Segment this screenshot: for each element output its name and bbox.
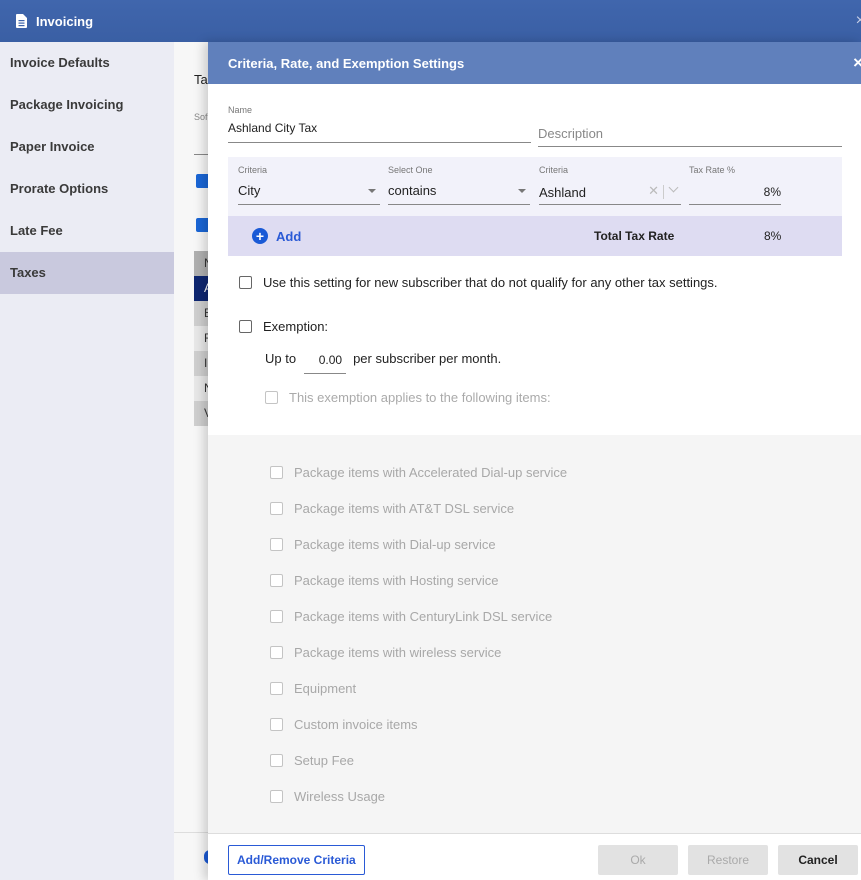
criteria-dialog: Criteria, Rate, and Exemption Settings ×… bbox=[208, 42, 861, 880]
tax-rate-field[interactable]: Tax Rate % 8% bbox=[689, 165, 781, 205]
description-input[interactable]: Description bbox=[538, 126, 842, 147]
item-label: Package items with wireless service bbox=[294, 645, 502, 660]
criteria-value-select[interactable]: Criteria Ashland ✕ bbox=[539, 165, 681, 205]
exemption-item[interactable]: Wireless Usage bbox=[270, 789, 385, 804]
document-icon bbox=[16, 14, 27, 28]
sidebar-item-package-invoicing[interactable]: Package Invoicing bbox=[0, 84, 174, 126]
sidebar-item-late-fee[interactable]: Late Fee bbox=[0, 210, 174, 252]
exemption-item[interactable]: Package items with wireless service bbox=[270, 645, 501, 660]
item-checkbox[interactable] bbox=[270, 466, 283, 479]
item-label: Package items with CenturyLink DSL servi… bbox=[294, 609, 553, 624]
exemption-item[interactable]: Package items with Dial-up service bbox=[270, 537, 496, 552]
applies-label: This exemption applies to the following … bbox=[289, 390, 551, 405]
sidebar-item-invoice-defaults[interactable]: Invoice Defaults bbox=[0, 42, 174, 84]
item-label: Custom invoice items bbox=[294, 717, 418, 732]
item-label: Package items with Hosting service bbox=[294, 573, 499, 588]
criteria-row: Criteria City Select One contains Criter… bbox=[228, 157, 842, 256]
item-checkbox[interactable] bbox=[270, 754, 283, 767]
item-label: Package items with Accelerated Dial-up s… bbox=[294, 465, 568, 480]
plus-circle-icon: + bbox=[252, 228, 268, 244]
exemption-item[interactable]: Package items with Hosting service bbox=[270, 573, 498, 588]
dialog-title: Criteria, Rate, and Exemption Settings bbox=[228, 55, 465, 71]
name-field[interactable]: Name Ashland City Tax bbox=[228, 105, 531, 143]
chevron-down-icon[interactable] bbox=[668, 182, 679, 193]
item-checkbox[interactable] bbox=[270, 574, 283, 587]
app-close-icon[interactable]: × bbox=[856, 12, 861, 30]
exemption-item[interactable]: Package items with CenturyLink DSL servi… bbox=[270, 609, 552, 624]
exemption-item[interactable]: Package items with Accelerated Dial-up s… bbox=[270, 465, 567, 480]
criteria-select[interactable]: Criteria City bbox=[238, 165, 380, 205]
app-title: Invoicing bbox=[36, 13, 94, 29]
cancel-button[interactable]: Cancel bbox=[778, 845, 858, 875]
operator-value: contains bbox=[388, 183, 437, 198]
default-setting-checkbox[interactable] bbox=[239, 276, 252, 289]
exemption-items-list: Package items with Accelerated Dial-up s… bbox=[208, 435, 861, 833]
item-label: Setup Fee bbox=[294, 753, 354, 768]
exemption-item[interactable]: Equipment bbox=[270, 681, 356, 696]
criteria-value: City bbox=[238, 183, 261, 198]
default-setting-label: Use this setting for new subscriber that… bbox=[263, 275, 718, 290]
applies-checkbox[interactable] bbox=[265, 391, 278, 404]
add-criteria-button[interactable]: + Add bbox=[252, 228, 301, 244]
add-row: + Add Total Tax Rate 8% bbox=[228, 216, 842, 256]
default-setting-option[interactable]: Use this setting for new subscriber that… bbox=[239, 275, 718, 290]
dialog-footer: Add/Remove Criteria Ok Restore Cancel bbox=[208, 833, 861, 880]
sidebar-item-paper-invoice[interactable]: Paper Invoice bbox=[0, 126, 174, 168]
applies-option[interactable]: This exemption applies to the following … bbox=[265, 390, 551, 405]
caret-down-icon[interactable] bbox=[518, 189, 526, 193]
restore-button[interactable]: Restore bbox=[688, 845, 768, 875]
item-checkbox[interactable] bbox=[270, 646, 283, 659]
exemption-label: Exemption: bbox=[263, 319, 329, 334]
total-tax-rate-value: 8% bbox=[764, 229, 782, 243]
item-label: Package items with Dial-up service bbox=[294, 537, 496, 552]
up-to-label: Up to bbox=[265, 351, 297, 366]
total-tax-rate-label: Total Tax Rate bbox=[594, 229, 675, 243]
criteria-label: Criteria bbox=[238, 165, 268, 175]
item-checkbox[interactable] bbox=[270, 502, 283, 515]
item-checkbox[interactable] bbox=[270, 610, 283, 623]
name-label: Name bbox=[228, 105, 253, 115]
app-bar: Invoicing × bbox=[0, 0, 861, 42]
item-checkbox[interactable] bbox=[270, 538, 283, 551]
background-title-fragment: Ta bbox=[194, 72, 208, 87]
operator-label: Select One bbox=[388, 165, 433, 175]
item-label: Package items with AT&T DSL service bbox=[294, 501, 515, 516]
add-remove-criteria-button[interactable]: Add/Remove Criteria bbox=[228, 845, 365, 875]
item-label: Equipment bbox=[294, 681, 357, 696]
caret-down-icon[interactable] bbox=[368, 189, 376, 193]
item-label: Wireless Usage bbox=[294, 789, 386, 804]
item-checkbox[interactable] bbox=[270, 790, 283, 803]
dialog-close-icon[interactable]: × bbox=[853, 53, 861, 73]
item-checkbox[interactable] bbox=[270, 682, 283, 695]
sidebar: Invoice Defaults Package Invoicing Paper… bbox=[0, 42, 174, 880]
exemption-item[interactable]: Package items with AT&T DSL service bbox=[270, 501, 514, 516]
item-checkbox[interactable] bbox=[270, 718, 283, 731]
tax-rate-label: Tax Rate % bbox=[689, 165, 736, 175]
exemption-amount-input[interactable]: 0.00 bbox=[304, 351, 347, 374]
exemption-amount-row: Up to 0.00 per subscriber per month. bbox=[265, 351, 501, 374]
exemption-checkbox[interactable] bbox=[239, 320, 252, 333]
clear-icon[interactable]: ✕ bbox=[648, 183, 659, 199]
up-to-suffix: per subscriber per month. bbox=[353, 351, 502, 366]
sidebar-item-taxes[interactable]: Taxes bbox=[0, 252, 174, 294]
exemption-option[interactable]: Exemption: bbox=[239, 319, 328, 334]
ok-button[interactable]: Ok bbox=[598, 845, 678, 875]
criteria-value-text: Ashland bbox=[539, 185, 586, 200]
exemption-item[interactable]: Custom invoice items bbox=[270, 717, 418, 732]
dialog-header: Criteria, Rate, and Exemption Settings × bbox=[208, 42, 861, 84]
separator bbox=[663, 185, 664, 199]
background-label-fragment: Sof bbox=[194, 112, 208, 122]
criteria-value-label: Criteria bbox=[539, 165, 569, 175]
exemption-item[interactable]: Setup Fee bbox=[270, 753, 354, 768]
sidebar-item-prorate-options[interactable]: Prorate Options bbox=[0, 168, 174, 210]
name-input[interactable]: Ashland City Tax bbox=[228, 121, 531, 143]
add-label: Add bbox=[276, 228, 302, 244]
tax-rate-value[interactable]: 8% bbox=[764, 185, 781, 199]
operator-select[interactable]: Select One contains bbox=[388, 165, 530, 205]
